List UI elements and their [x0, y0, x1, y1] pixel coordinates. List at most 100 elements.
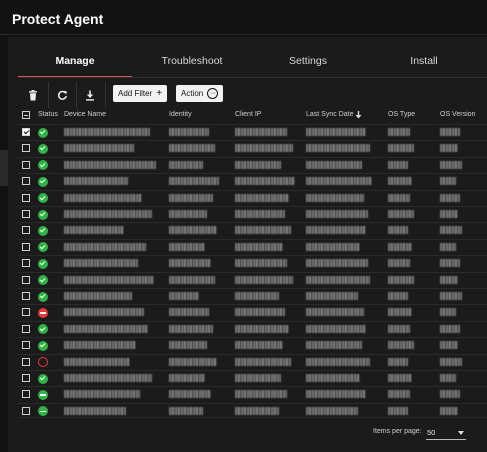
row-checkbox[interactable] [22, 226, 30, 235]
app-window: Protect Agent Manage Troubleshoot Settin… [0, 0, 487, 452]
table-row[interactable] [18, 288, 487, 304]
row-checkbox[interactable] [22, 177, 30, 186]
tab-manage[interactable]: Manage [18, 50, 132, 78]
table-row[interactable] [18, 173, 487, 189]
table-row[interactable] [18, 370, 487, 386]
download-button[interactable] [77, 82, 103, 108]
table-row[interactable] [18, 353, 487, 370]
status-blocked-icon [38, 307, 48, 318]
redacted-cell [235, 390, 287, 399]
side-collapse-handle[interactable] [0, 150, 8, 186]
redacted-cell [306, 341, 362, 350]
redacted-cell [306, 160, 362, 169]
redacted-cell [306, 128, 366, 136]
row-checkbox[interactable] [22, 292, 30, 300]
status-online-icon [38, 193, 48, 204]
select-all-checkbox[interactable] [22, 111, 30, 119]
tab-troubleshoot[interactable]: Troubleshoot [136, 50, 248, 78]
table-row[interactable] [18, 238, 487, 255]
redacted-cell [64, 210, 152, 218]
row-checkbox[interactable] [22, 160, 30, 169]
redacted-cell [388, 160, 408, 169]
table-row[interactable] [18, 140, 487, 156]
row-checkbox[interactable] [22, 259, 30, 268]
redacted-cell [64, 275, 154, 284]
table-row[interactable] [18, 222, 487, 238]
redacted-cell [235, 357, 291, 366]
redacted-cell [64, 292, 132, 300]
redacted-cell [388, 275, 414, 284]
redacted-cell [64, 242, 146, 251]
row-checkbox[interactable] [22, 374, 30, 382]
column-header-identity[interactable]: Identity [169, 111, 192, 118]
redacted-cell [235, 308, 285, 317]
redacted-cell [440, 357, 462, 366]
table-row[interactable] [18, 304, 487, 320]
column-header-client-ip[interactable]: Client IP [235, 111, 261, 118]
tab-manage-label: Manage [55, 55, 95, 67]
items-per-page-select[interactable]: 50 [426, 426, 466, 440]
redacted-cell [169, 210, 207, 218]
status-online-icon [38, 373, 48, 384]
redacted-cell [306, 275, 370, 284]
redacted-cell [64, 259, 138, 268]
table-row[interactable] [18, 156, 487, 173]
table-row[interactable] [18, 386, 487, 402]
sort-descending-icon[interactable] [355, 111, 362, 119]
table-row[interactable] [18, 255, 487, 271]
download-icon [86, 90, 94, 101]
column-header-status[interactable]: Status [38, 111, 58, 118]
row-checkbox[interactable] [22, 193, 30, 202]
column-header-last-sync-date[interactable]: Last Sync Date [306, 111, 353, 118]
tab-settings[interactable]: Settings [252, 50, 364, 78]
add-filter-button[interactable]: Add Filter + [113, 85, 168, 102]
tab-install-label: Install [410, 55, 438, 67]
row-checkbox[interactable] [22, 308, 30, 317]
table-row[interactable] [18, 189, 487, 206]
row-checkbox[interactable] [22, 242, 30, 251]
redacted-cell [440, 128, 460, 136]
redacted-cell [169, 128, 209, 136]
row-checkbox[interactable] [22, 324, 30, 333]
row-checkbox[interactable] [22, 341, 30, 350]
redacted-cell [64, 308, 144, 317]
action-button[interactable]: Action ··· [176, 85, 224, 102]
toolbar-divider [105, 82, 106, 108]
redacted-cell [64, 357, 130, 366]
table-row[interactable] [18, 124, 487, 140]
refresh-button[interactable] [49, 82, 75, 108]
redacted-cell [388, 374, 412, 382]
row-checkbox[interactable] [22, 390, 30, 399]
tab-install[interactable]: Install [368, 50, 480, 78]
tab-bar: Manage Troubleshoot Settings Install [18, 50, 487, 78]
table-row[interactable] [18, 337, 487, 353]
redacted-cell [440, 374, 456, 382]
table-row[interactable] [18, 271, 487, 288]
row-checkbox[interactable] [22, 275, 30, 284]
redacted-cell [235, 324, 289, 333]
table-row[interactable] [18, 320, 487, 337]
table-row[interactable] [18, 206, 487, 222]
column-header-device-name[interactable]: Device Name [64, 111, 106, 118]
redacted-cell [306, 226, 366, 235]
redacted-cell [306, 374, 360, 382]
row-checkbox[interactable] [22, 128, 30, 136]
redacted-cell [64, 160, 156, 169]
table-header: Status Device Name Identity Client IP La… [18, 108, 487, 124]
row-checkbox[interactable] [22, 406, 30, 415]
redacted-cell [306, 144, 370, 153]
redacted-cell [169, 259, 211, 268]
redacted-cell [440, 210, 458, 218]
redacted-cell [235, 144, 293, 153]
redacted-cell [235, 226, 291, 235]
column-header-os-type[interactable]: OS Type [388, 111, 415, 118]
redacted-cell [169, 275, 215, 284]
row-checkbox[interactable] [22, 144, 30, 153]
redacted-cell [306, 357, 370, 366]
column-header-os-version[interactable]: OS Version [440, 111, 475, 118]
redacted-cell [64, 374, 152, 382]
redacted-cell [64, 390, 140, 399]
row-checkbox[interactable] [22, 357, 30, 366]
delete-button[interactable] [20, 82, 46, 108]
row-checkbox[interactable] [22, 210, 30, 218]
